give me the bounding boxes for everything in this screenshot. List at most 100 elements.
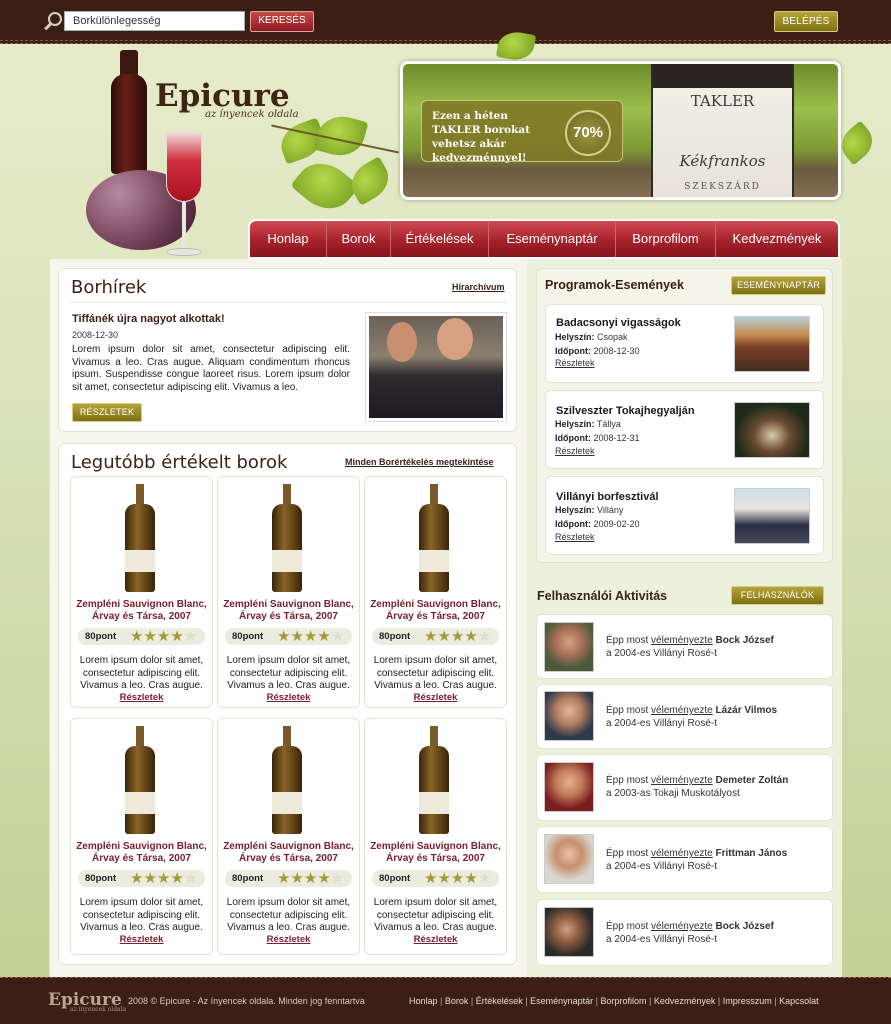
activity-prefix: Épp most — [606, 775, 649, 786]
event-time-row: Időpont: 2009-02-20 — [555, 519, 640, 529]
footer-link-esemenynaptar[interactable]: Eseménynaptár — [530, 996, 593, 1006]
nav-borprofilom[interactable]: Borprofilom — [616, 221, 716, 257]
footer-link-impresszum[interactable]: Impresszum — [723, 996, 772, 1006]
user-avatar[interactable] — [544, 762, 594, 812]
wine-bottle-image[interactable] — [70, 726, 213, 836]
wine-name[interactable]: Zempléni Sauvignon Blanc, Árvay és Társa… — [74, 599, 209, 623]
nav-borok[interactable]: Borok — [327, 221, 391, 257]
user-avatar[interactable] — [544, 907, 594, 957]
nav-honlap[interactable]: Honlap — [250, 221, 327, 257]
reviewed-link[interactable]: véleményezte — [651, 705, 713, 716]
event-photo[interactable] — [734, 402, 810, 458]
reviewed-link[interactable]: véleményezte — [651, 775, 713, 786]
wine-score: 80pont ★★★★★ — [372, 870, 499, 887]
wine-details-link[interactable]: Részletek — [364, 934, 507, 945]
activity-user[interactable]: Demeter Zoltán — [716, 775, 789, 786]
reviewed-link[interactable]: véleményezte — [651, 848, 713, 859]
activity-text: Épp most véleményezte Bock József a 2004… — [606, 634, 826, 660]
event-calendar-button[interactable]: ESEMÉNYNAPTÁR — [731, 276, 826, 295]
promo-banner[interactable]: Ezen a héten TAKLER borokat vehetsz akár… — [400, 61, 841, 200]
footer-link-kapcsolat[interactable]: Kapcsolat — [779, 996, 819, 1006]
event-date: 2009-02-20 — [593, 519, 640, 529]
rating-stars: ★★★★★ — [424, 870, 492, 887]
event-photo[interactable] — [734, 316, 810, 372]
search-button[interactable]: KERESÉS — [250, 11, 314, 32]
wine-bottle-image[interactable] — [364, 484, 507, 594]
event-title[interactable]: Badacsonyi vigasságok — [556, 317, 681, 329]
event-place: Villány — [597, 505, 624, 515]
wine-score: 80pont ★★★★★ — [225, 628, 352, 645]
wine-details-link[interactable]: Részletek — [70, 692, 213, 703]
wine-score: 80pont ★★★★★ — [372, 628, 499, 645]
event-title[interactable]: Villányi borfesztivál — [556, 491, 659, 503]
time-label: Időpont: — [555, 519, 591, 529]
news-panel: Borhírek Hírarchívum Tiffánék újra nagyo… — [58, 268, 517, 432]
reviewed-link[interactable]: véleményezte — [651, 921, 713, 932]
wine-name[interactable]: Zempléni Sauvignon Blanc, Árvay és Társa… — [368, 841, 503, 865]
event-title[interactable]: Szilveszter Tokajhegyalján — [556, 405, 695, 417]
event-details-link[interactable]: Részletek — [555, 532, 595, 542]
score-value: 80pont — [232, 631, 264, 642]
score-value: 80pont — [232, 873, 264, 884]
footer-link-borprofilom[interactable]: Borprofilom — [601, 996, 647, 1006]
user-avatar[interactable] — [544, 834, 594, 884]
wine-description: Lorem ipsum dolor sit amet, consectetur … — [79, 897, 204, 933]
activity-prefix: Épp most — [606, 921, 649, 932]
wine-details-link[interactable]: Részletek — [217, 934, 360, 945]
footer-link-borok[interactable]: Borok — [445, 996, 469, 1006]
activity-user[interactable]: Bock József — [716, 921, 774, 932]
wine-bottle-image[interactable] — [70, 484, 213, 594]
event-details-link[interactable]: Részletek — [555, 358, 595, 368]
wine-bottle-image[interactable] — [217, 484, 360, 594]
activity-title: Felhasználói Aktivitás — [537, 589, 668, 603]
nav-kedvezmenyek[interactable]: Kedvezmények — [716, 221, 838, 257]
wine-bottle-image[interactable] — [364, 726, 507, 836]
wine-details-link[interactable]: Részletek — [217, 692, 360, 703]
wine-name[interactable]: Zempléni Sauvignon Blanc, Árvay és Társa… — [368, 599, 503, 623]
nav-esemenynaptar[interactable]: Eseménynaptár — [489, 221, 616, 257]
login-button[interactable]: BELÉPÉS — [774, 11, 838, 32]
nav-ertekelesek[interactable]: Értékelések — [391, 221, 489, 257]
news-photo[interactable] — [365, 312, 507, 422]
rating-stars: ★★★★★ — [277, 628, 345, 645]
activity-prefix: Épp most — [606, 705, 649, 716]
wine-description: Lorem ipsum dolor sit amet, consectetur … — [79, 655, 204, 691]
activity-prefix: Épp most — [606, 635, 649, 646]
user-avatar[interactable] — [544, 691, 594, 741]
event-details-link[interactable]: Részletek — [555, 446, 595, 456]
activity-user[interactable]: Bock József — [716, 635, 774, 646]
activity-user[interactable]: Frittman János — [716, 848, 788, 859]
event-time-row: Időpont: 2008-12-31 — [555, 433, 640, 443]
footer-link-honlap[interactable]: Honlap — [409, 996, 438, 1006]
activity-user[interactable]: Lázár Vilmos — [716, 705, 778, 716]
rating-stars: ★★★★★ — [424, 628, 492, 645]
search-input[interactable] — [64, 11, 245, 31]
wine-bottle-image[interactable] — [217, 726, 360, 836]
wine-details-link[interactable]: Részletek — [70, 934, 213, 945]
promo-box: Ezen a héten TAKLER borokat vehetsz akár… — [421, 100, 623, 164]
wine-name[interactable]: Zempléni Sauvignon Blanc, Árvay és Társa… — [221, 599, 356, 623]
news-details-button[interactable]: RÉSZLETEK — [72, 403, 142, 422]
news-archive-link[interactable]: Hírarchívum — [452, 282, 505, 292]
news-title: Borhírek — [71, 277, 147, 298]
activity-wine: a 2004-es Villányi Rosé-t — [606, 718, 717, 729]
activity-wine: a 2004-es Villányi Rosé-t — [606, 934, 717, 945]
promo-text: Ezen a héten TAKLER borokat vehetsz akár… — [432, 110, 531, 164]
event-place-row: Helyszín: Tállya — [555, 419, 621, 429]
user-avatar[interactable] — [544, 622, 594, 672]
label-brand: TAKLER — [690, 92, 755, 110]
event-photo[interactable] — [734, 488, 810, 544]
all-ratings-link[interactable]: Minden Borértékelés megtekintése — [345, 457, 494, 467]
wine-details-link[interactable]: Részletek — [364, 692, 507, 703]
event-time-row: Időpont: 2008-12-30 — [555, 346, 640, 356]
score-value: 80pont — [379, 631, 411, 642]
news-date: 2008-12-30 — [72, 330, 119, 340]
reviewed-link[interactable]: véleményezte — [651, 635, 713, 646]
score-value: 80pont — [379, 873, 411, 884]
footer-link-kedvezmenyek[interactable]: Kedvezmények — [654, 996, 716, 1006]
users-button[interactable]: FELHASZNÁLÓK — [731, 586, 824, 605]
wine-name[interactable]: Zempléni Sauvignon Blanc, Árvay és Társa… — [221, 841, 356, 865]
news-headline[interactable]: Tiffánék újra nagyot alkottak! — [72, 313, 225, 325]
footer-link-ertekelesek[interactable]: Értékelések — [476, 996, 523, 1006]
wine-name[interactable]: Zempléni Sauvignon Blanc, Árvay és Társa… — [74, 841, 209, 865]
